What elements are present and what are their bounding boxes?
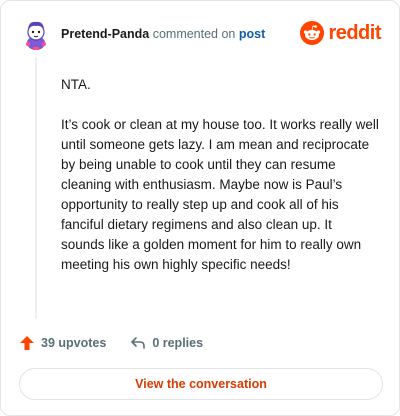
username[interactable]: Pretend-Panda xyxy=(61,27,149,41)
reddit-logo[interactable]: reddit xyxy=(300,21,381,45)
reply-icon xyxy=(131,337,146,349)
avatar[interactable] xyxy=(19,17,53,51)
comment-header: Pretend-Panda commented on post xyxy=(19,17,265,51)
upvote-button[interactable]: 39 upvotes xyxy=(19,335,106,351)
upvote-arrow-icon xyxy=(20,336,34,350)
action-text: commented on xyxy=(152,27,236,41)
post-link[interactable]: post xyxy=(239,27,265,41)
comment-meta: Pretend-Panda commented on post xyxy=(61,27,265,41)
comment-paragraph: It’s cook or clean at my house too. It w… xyxy=(61,117,379,272)
thread-line xyxy=(35,57,37,319)
reply-count: 0 replies xyxy=(152,336,204,350)
embedded-comment-card: Pretend-Panda commented on post reddit N… xyxy=(0,0,400,416)
comment-paragraph: NTA. xyxy=(61,77,91,92)
upvote-count: 39 upvotes xyxy=(41,336,107,350)
logo-text: reddit xyxy=(328,21,381,44)
comment-actions: 39 upvotes 0 replies xyxy=(19,335,203,351)
avatar-icon xyxy=(26,21,46,50)
reply-button[interactable]: 0 replies xyxy=(130,335,203,351)
comment-body: NTA. It’s cook or clean at my house too.… xyxy=(61,75,379,295)
view-conversation-button[interactable]: View the conversation xyxy=(19,368,383,400)
reddit-snoo-icon xyxy=(300,21,325,45)
